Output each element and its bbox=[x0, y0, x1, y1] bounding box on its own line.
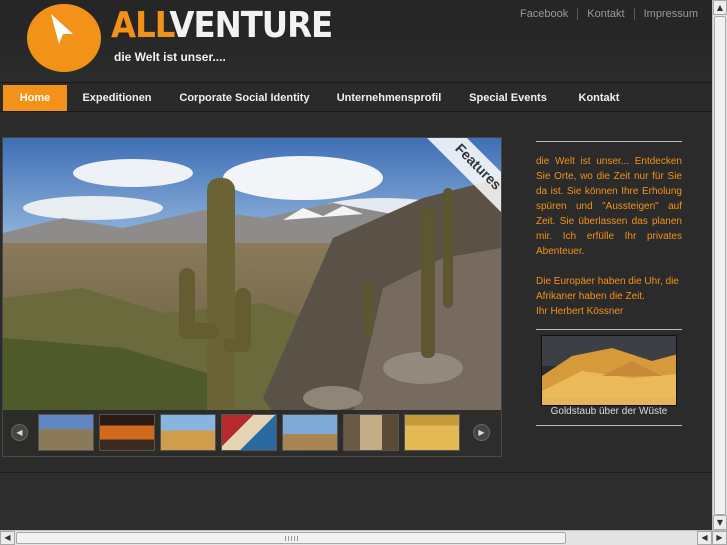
promo-image[interactable] bbox=[541, 335, 677, 406]
intro-quote: Die Europäer haben die Uhr, die Afrikane… bbox=[536, 276, 679, 317]
scroll-left-icon[interactable]: ◀ bbox=[0, 531, 15, 545]
thumbnail[interactable] bbox=[282, 414, 338, 451]
vertical-scrollbar[interactable]: ▲ ▼ bbox=[712, 0, 727, 530]
nav-item-expeditionen[interactable]: Expeditionen bbox=[78, 85, 156, 111]
main-nav: Home Expeditionen Corporate Social Ident… bbox=[0, 82, 712, 112]
scroll-up-icon[interactable]: ▲ bbox=[713, 0, 727, 15]
chevron-right-icon[interactable]: ▶ bbox=[473, 424, 490, 441]
thumbnail[interactable] bbox=[160, 414, 216, 451]
divider bbox=[536, 141, 682, 142]
logo-wordmark[interactable]: ALLVENTURE bbox=[111, 6, 333, 46]
footer-band bbox=[0, 472, 712, 530]
scroll-down-icon[interactable]: ▼ bbox=[713, 515, 727, 530]
site-header: ALLVENTURE die Welt ist unser.... Facebo… bbox=[0, 0, 712, 82]
nav-item-special-events[interactable]: Special Events bbox=[463, 85, 553, 111]
thumbnail[interactable] bbox=[221, 414, 277, 451]
divider bbox=[633, 8, 635, 20]
scroll-thumb[interactable] bbox=[16, 532, 566, 544]
facebook-link[interactable]: Facebook bbox=[520, 8, 568, 20]
logo-icon[interactable] bbox=[27, 4, 101, 72]
divider bbox=[536, 425, 682, 426]
thumbnail[interactable] bbox=[343, 414, 399, 451]
thumbnail[interactable] bbox=[404, 414, 460, 451]
top-links: Facebook Kontakt Impressum bbox=[520, 8, 698, 20]
image-slider[interactable]: Features ◀ ▶ bbox=[2, 137, 502, 457]
nav-item-kontakt[interactable]: Kontakt bbox=[570, 85, 628, 111]
nav-item-unternehmensprofil[interactable]: Unternehmensprofil bbox=[333, 85, 445, 111]
thumbnail-strip: ◀ ▶ bbox=[3, 410, 501, 456]
divider bbox=[577, 8, 579, 20]
scroll-right-icon[interactable]: ▶ bbox=[712, 531, 727, 545]
logo-tagline: die Welt ist unser.... bbox=[114, 50, 226, 64]
contact-link[interactable]: Kontakt bbox=[587, 8, 624, 20]
horizontal-scrollbar[interactable]: ◀ ◀ ▶ bbox=[0, 530, 727, 545]
scroll-thumb[interactable] bbox=[714, 16, 726, 515]
chevron-left-icon[interactable]: ◀ bbox=[11, 424, 28, 441]
scroll-left-icon[interactable]: ◀ bbox=[697, 531, 712, 545]
intro-paragraph: die Welt ist unser... Entdecken Sie Orte… bbox=[536, 156, 682, 257]
thumbnail[interactable] bbox=[38, 414, 94, 451]
imprint-link[interactable]: Impressum bbox=[644, 8, 698, 20]
thumbnail[interactable] bbox=[99, 414, 155, 451]
author-signature: Ihr Herbert Kössner bbox=[536, 306, 624, 317]
nav-item-home[interactable]: Home bbox=[3, 85, 67, 111]
divider bbox=[536, 329, 682, 330]
nav-item-corporate-social-identity[interactable]: Corporate Social Identity bbox=[172, 85, 317, 111]
features-badge[interactable]: Features bbox=[397, 138, 501, 248]
promo-caption[interactable]: Goldstaub über der Wüste bbox=[536, 406, 682, 417]
intro-text: die Welt ist unser... Entdecken Sie Orte… bbox=[536, 154, 682, 319]
